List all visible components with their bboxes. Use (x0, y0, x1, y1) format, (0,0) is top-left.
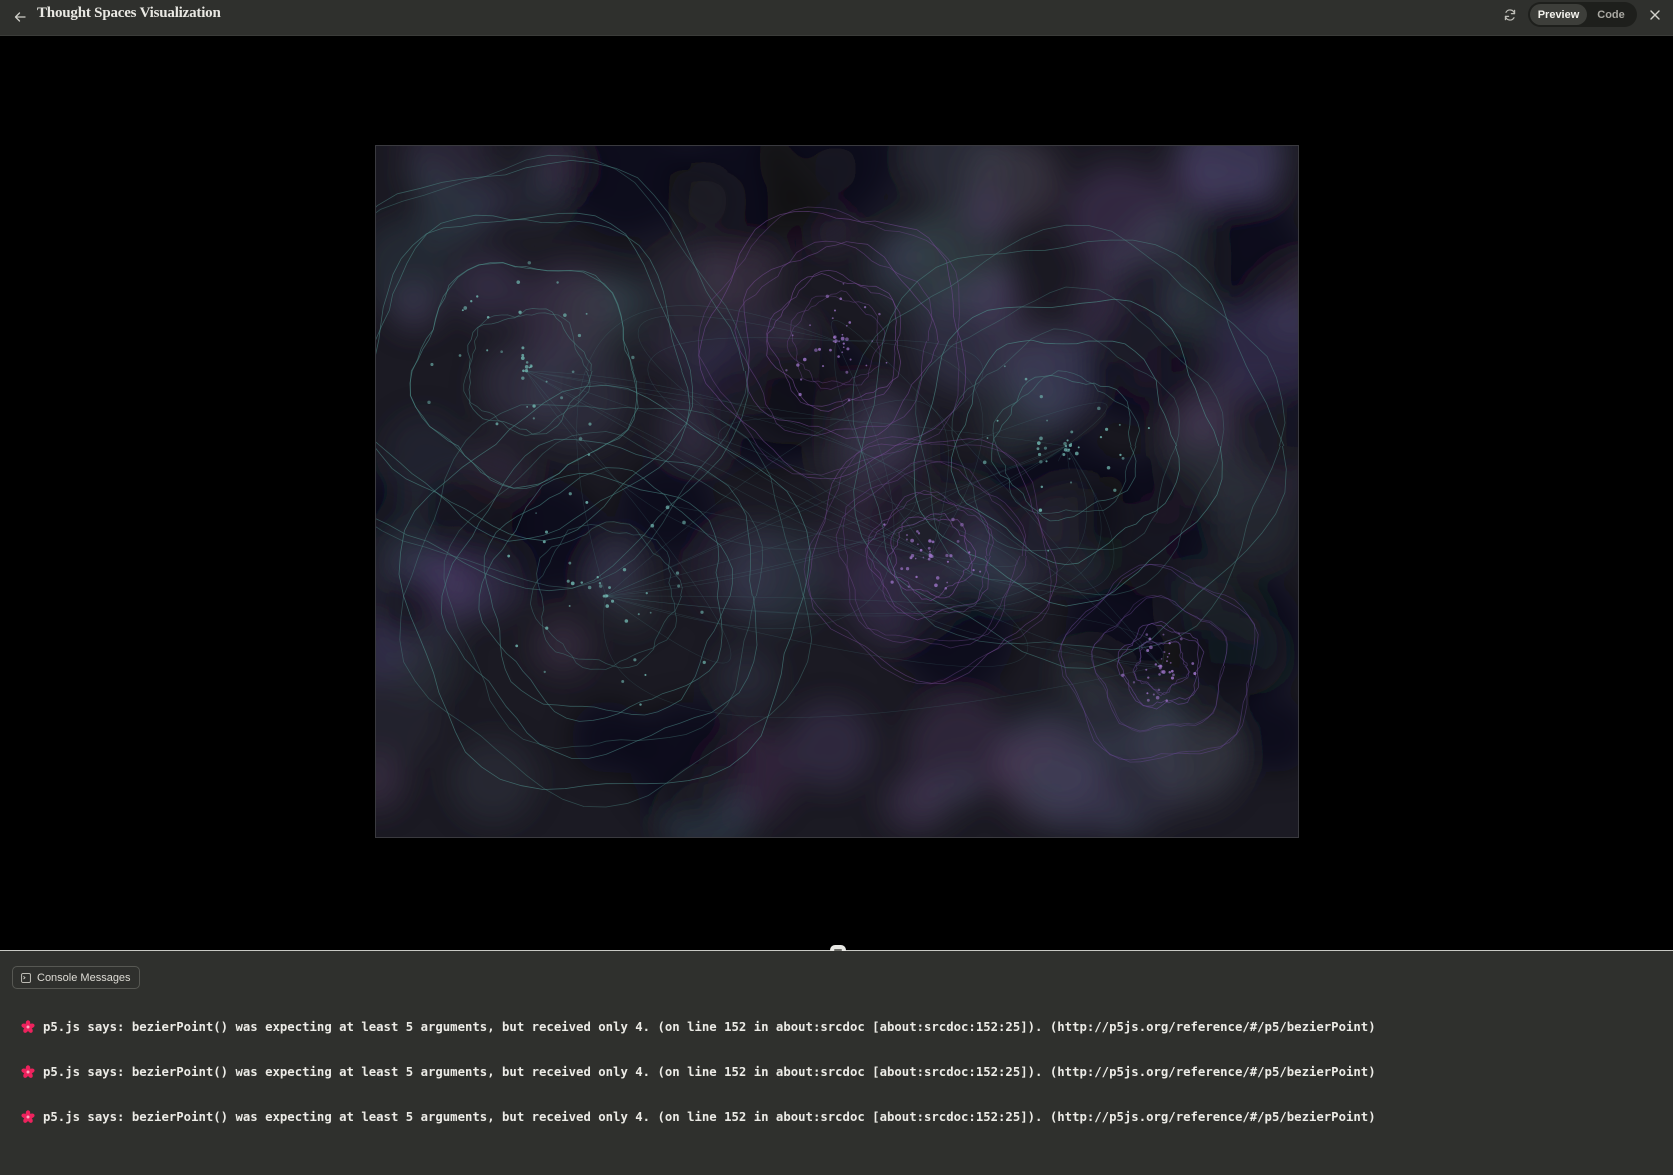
console-message-text: p5.js says: bezierPoint() was expecting … (43, 1020, 1376, 1034)
console-message-text: p5.js says: bezierPoint() was expecting … (43, 1065, 1376, 1079)
arrow-left-icon (14, 12, 26, 22)
console-message: p5.js says: bezierPoint() was expecting … (21, 1108, 1376, 1126)
refresh-icon (1504, 9, 1516, 21)
console-message: p5.js says: bezierPoint() was expecting … (21, 1018, 1376, 1036)
console-message: p5.js says: bezierPoint() was expecting … (21, 1063, 1376, 1081)
console-messages-label: Console Messages (37, 971, 131, 984)
view-toggle: Preview Code (1528, 2, 1637, 27)
close-button[interactable] (1643, 3, 1667, 27)
p5-flower-icon (21, 1110, 35, 1123)
tab-preview[interactable]: Preview (1530, 4, 1587, 25)
console-message-text: p5.js says: bezierPoint() was expecting … (43, 1110, 1376, 1124)
sketch-canvas[interactable] (375, 145, 1299, 838)
top-bar: Thought Spaces Visualization Preview Cod… (0, 0, 1673, 36)
p5-flower-icon (21, 1020, 35, 1033)
page-title: Thought Spaces Visualization (37, 5, 221, 21)
p5-flower-icon (21, 1065, 35, 1078)
refresh-button[interactable] (1498, 3, 1522, 27)
console-messages-button[interactable]: Console Messages (12, 966, 140, 989)
thought-spaces-artwork (376, 146, 1298, 837)
close-icon (1650, 10, 1660, 20)
back-button[interactable] (8, 5, 32, 29)
console-panel: Console Messages p5.js says: bezierPoint… (0, 951, 1673, 1175)
console-icon (21, 972, 31, 983)
tab-code[interactable]: Code (1587, 4, 1635, 25)
preview-area (0, 36, 1673, 950)
